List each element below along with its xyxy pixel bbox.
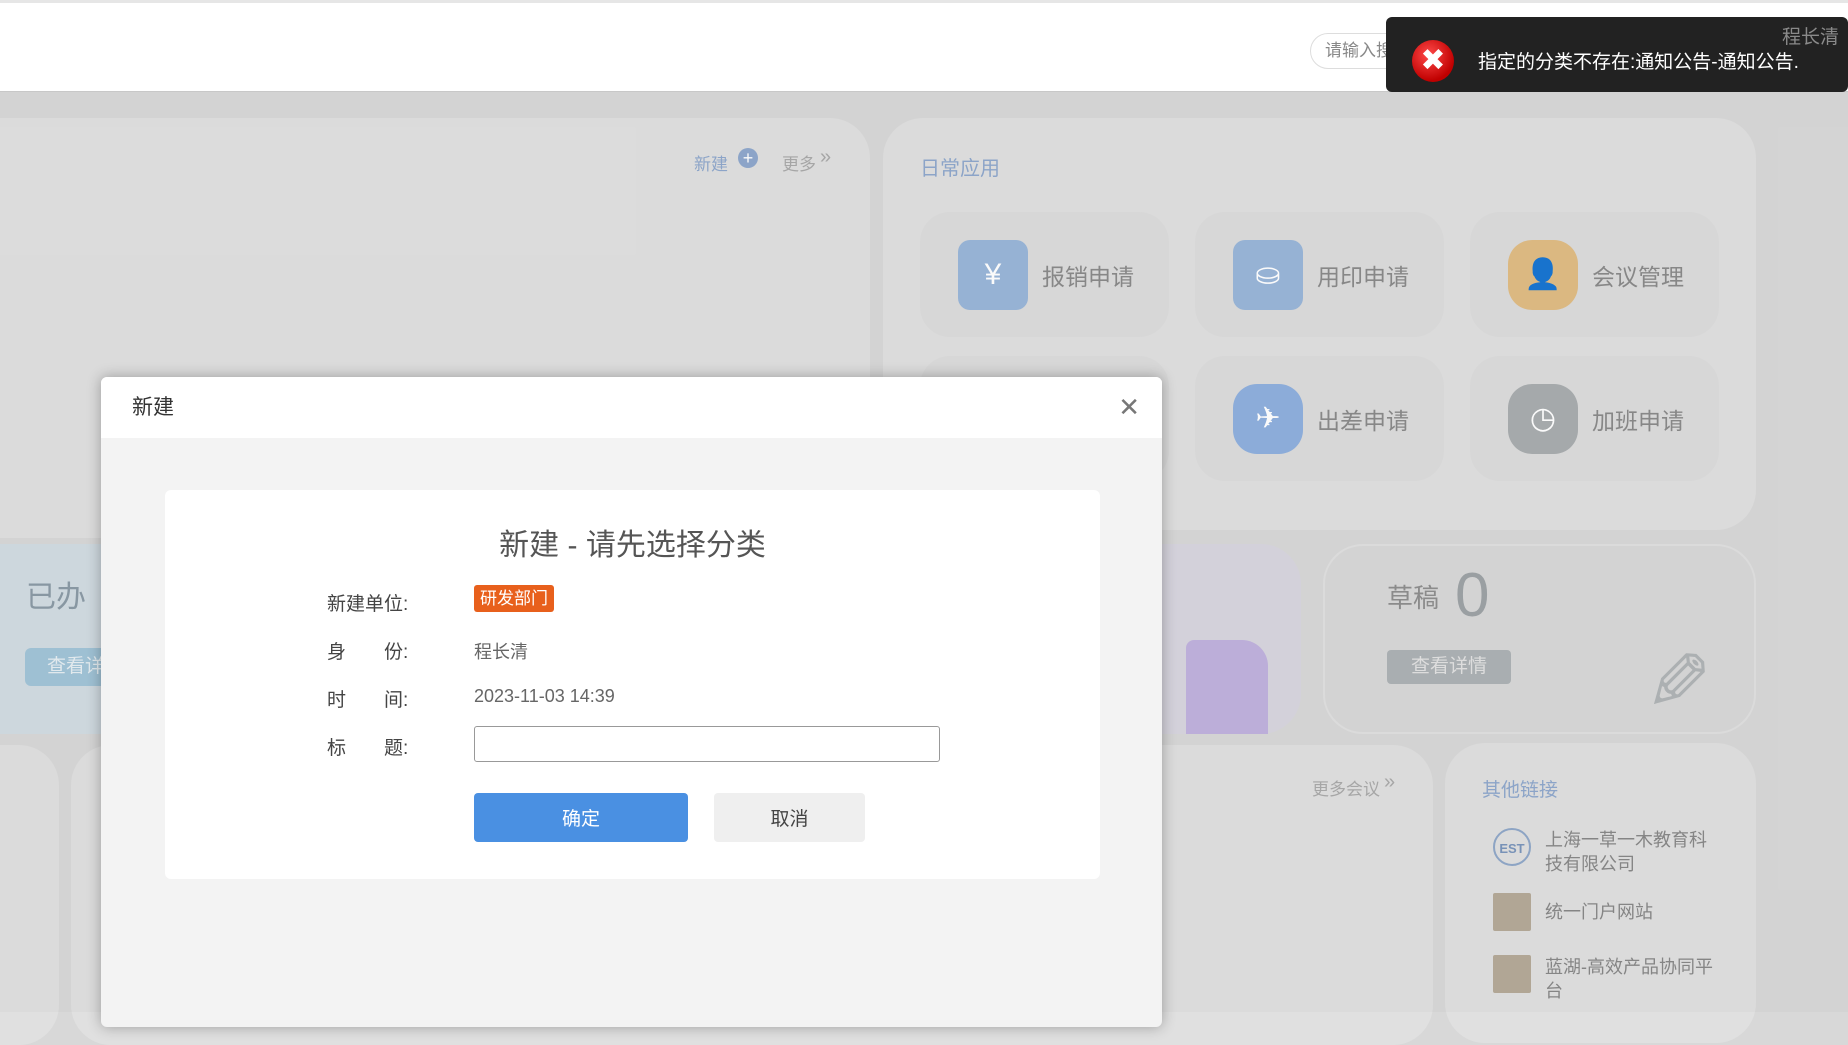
time-label: 时 间: [327,690,409,711]
cancel-button[interactable]: 取消 [714,793,865,842]
dialog-header: 新建 ✕ [101,377,1162,438]
dialog-title: 新建 [132,396,174,419]
identity-label: 身 份: [327,642,409,663]
time-value: 2023-11-03 14:39 [474,686,615,706]
unit-label: 新建单位: [327,594,409,615]
title-input[interactable] [474,726,940,762]
unit-tag[interactable]: 研发部门 [474,585,554,612]
new-dialog: 新建 ✕ 新建 - 请先选择分类 新建单位: 研发部门 身 份: 程长清 时 间… [101,377,1162,1027]
confirm-button[interactable]: 确定 [474,793,688,842]
form-heading: 新建 - 请先选择分类 [499,529,766,562]
title-label: 标 题: [327,738,409,759]
dialog-form: 新建 - 请先选择分类 新建单位: 研发部门 身 份: 程长清 时 间: 202… [165,490,1100,879]
error-toast: ✖ 指定的分类不存在:通知公告-通知公告. [1386,17,1848,92]
error-icon: ✖ [1412,39,1454,82]
unit-value: 研发部门 [474,584,554,612]
toast-message: 指定的分类不存在:通知公告-通知公告. [1478,52,1799,73]
close-icon[interactable]: ✕ [1118,377,1140,438]
user-name[interactable]: 程长清 [1782,22,1839,49]
identity-value: 程长清 [474,642,528,662]
